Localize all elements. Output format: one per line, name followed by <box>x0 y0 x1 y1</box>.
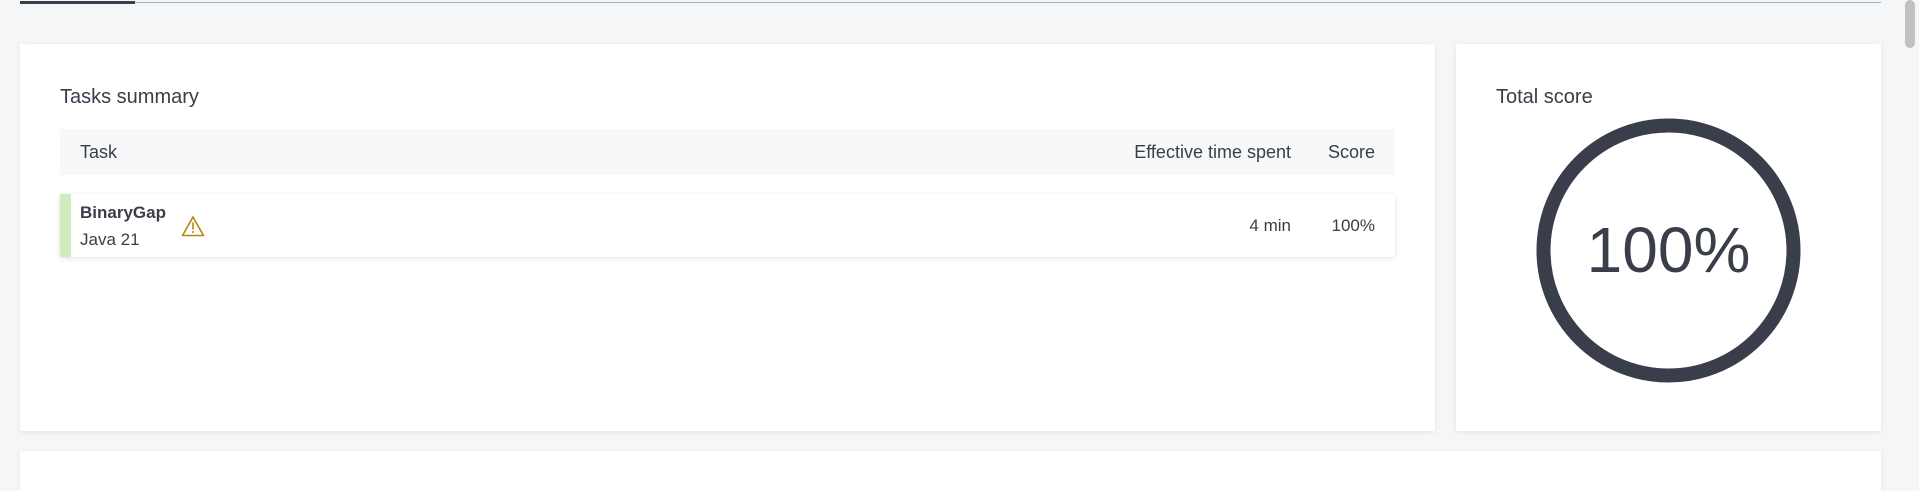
status-accent-bar <box>60 194 71 257</box>
total-score-value: 100% <box>1586 214 1751 286</box>
active-tab-indicator <box>20 1 135 4</box>
total-score-card: Total score 100% <box>1456 44 1881 431</box>
task-name[interactable]: BinaryGap <box>80 203 166 223</box>
task-language: Java 21 <box>80 230 140 249</box>
tasks-summary-card: Tasks summary Task Effective time spent … <box>20 44 1435 431</box>
task-time-spent: 4 min <box>1249 216 1291 235</box>
column-header-time: Effective time spent <box>1134 142 1291 162</box>
task-score: 100% <box>1331 216 1375 235</box>
next-section-card <box>20 451 1881 491</box>
warning-icon[interactable] <box>181 215 205 237</box>
table-row[interactable]: BinaryGap Java 21 4 min 100% <box>60 194 1395 257</box>
column-header-task: Task <box>80 142 118 162</box>
column-header-score: Score <box>1327 142 1375 162</box>
scrollbar-thumb[interactable] <box>1905 0 1915 48</box>
tab-underline <box>20 2 1881 3</box>
total-score-title: Total score <box>1496 86 1593 108</box>
tasks-summary-title: Tasks summary <box>60 86 199 108</box>
tasks-table-header: Task Effective time spent Score <box>60 129 1395 175</box>
